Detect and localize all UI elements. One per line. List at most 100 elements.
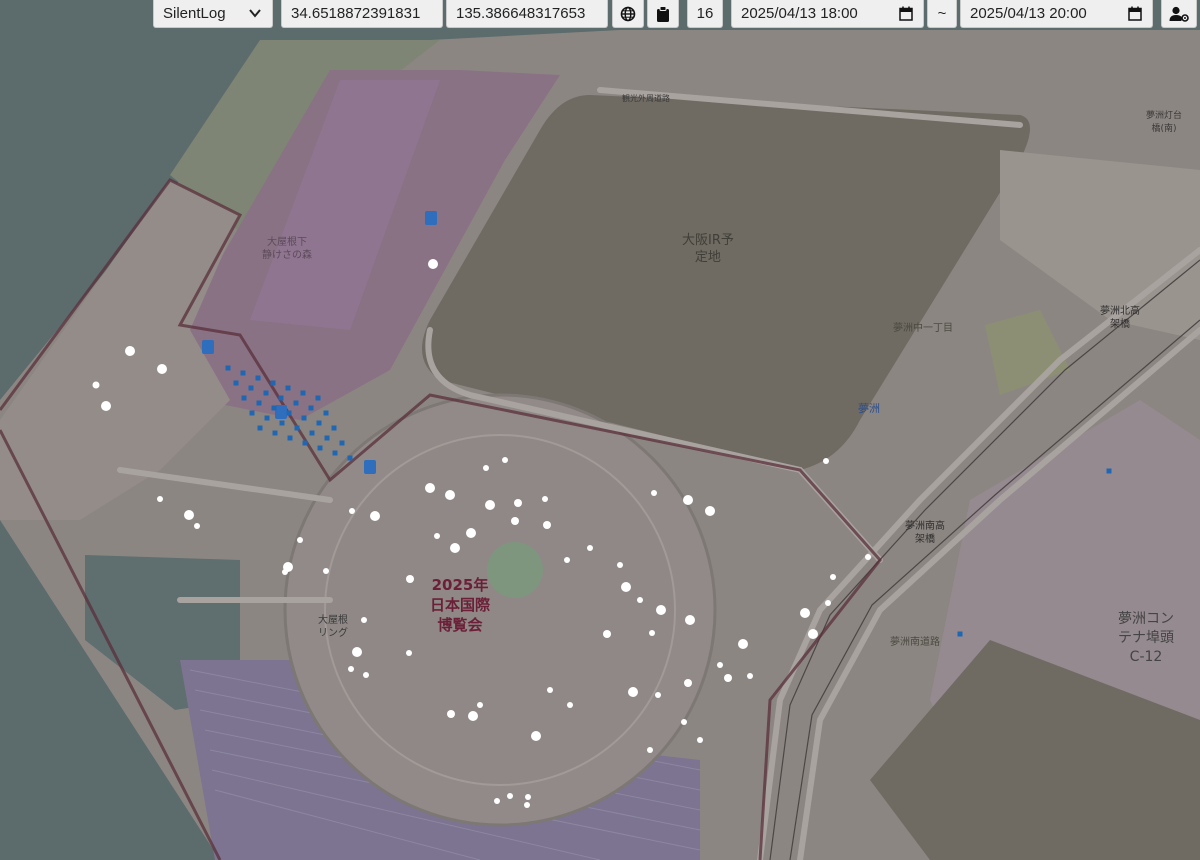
location-dot[interactable] xyxy=(587,545,593,551)
parking-marker[interactable] xyxy=(279,420,285,426)
end-datetime-input[interactable]: 2025/04/13 20:00 xyxy=(960,0,1153,28)
parking-marker[interactable] xyxy=(287,435,293,441)
globe-button[interactable] xyxy=(612,0,644,28)
parking-marker[interactable] xyxy=(300,390,306,396)
location-dot[interactable] xyxy=(800,608,810,618)
user-settings-button[interactable] xyxy=(1161,0,1197,28)
start-datetime-input[interactable]: 2025/04/13 18:00 xyxy=(731,0,924,28)
parking-marker[interactable] xyxy=(317,445,323,451)
clipboard-button[interactable] xyxy=(647,0,679,28)
parking-marker[interactable] xyxy=(301,415,307,421)
location-dot[interactable] xyxy=(507,793,513,799)
location-dot[interactable] xyxy=(361,617,367,623)
location-dot[interactable] xyxy=(477,702,483,708)
parking-marker[interactable] xyxy=(233,380,239,386)
calendar-icon[interactable] xyxy=(1128,6,1142,21)
location-dot[interactable] xyxy=(808,629,818,639)
parking-marker[interactable] xyxy=(332,450,338,456)
location-dot[interactable] xyxy=(494,798,500,804)
location-dot[interactable] xyxy=(685,615,695,625)
location-dot[interactable] xyxy=(717,662,723,668)
parking-marker[interactable] xyxy=(249,410,255,416)
location-dot[interactable] xyxy=(157,364,167,374)
location-dot[interactable] xyxy=(101,401,111,411)
parking-marker[interactable] xyxy=(957,631,963,637)
location-dot[interactable] xyxy=(514,499,522,507)
location-dot[interactable] xyxy=(425,483,435,493)
location-dot[interactable] xyxy=(547,687,553,693)
parking-marker[interactable] xyxy=(271,405,277,411)
parking-marker[interactable] xyxy=(256,400,262,406)
parking-marker[interactable] xyxy=(1106,468,1112,474)
parking-marker[interactable] xyxy=(308,405,314,411)
parking-marker[interactable] xyxy=(331,425,337,431)
parking-marker[interactable] xyxy=(323,410,329,416)
location-dot[interactable] xyxy=(705,506,715,516)
location-dot[interactable] xyxy=(681,719,687,725)
location-dot[interactable] xyxy=(428,259,438,269)
location-dot[interactable] xyxy=(348,666,354,672)
location-dot[interactable] xyxy=(823,458,829,464)
location-dot[interactable] xyxy=(603,630,611,638)
location-dot[interactable] xyxy=(406,650,412,656)
location-dot[interactable] xyxy=(531,731,541,741)
location-dot[interactable] xyxy=(524,802,530,808)
location-dot[interactable] xyxy=(543,521,551,529)
parking-marker[interactable] xyxy=(264,415,270,421)
location-dot[interactable] xyxy=(567,702,573,708)
parking-marker[interactable] xyxy=(309,430,315,436)
zoom-level-input[interactable]: 16 xyxy=(687,0,723,28)
location-dot[interactable] xyxy=(194,523,200,529)
location-dot[interactable] xyxy=(483,465,489,471)
location-dot[interactable] xyxy=(184,510,194,520)
location-dot[interactable] xyxy=(447,710,455,718)
parking-marker[interactable] xyxy=(278,395,284,401)
location-dot[interactable] xyxy=(830,574,836,580)
location-dot[interactable] xyxy=(92,381,100,389)
parking-marker[interactable] xyxy=(286,410,292,416)
parking-marker[interactable] xyxy=(293,400,299,406)
parking-marker[interactable] xyxy=(294,425,300,431)
parking-marker[interactable] xyxy=(270,380,276,386)
location-dot[interactable] xyxy=(323,568,329,574)
parking-marker[interactable] xyxy=(225,365,231,371)
location-dot[interactable] xyxy=(651,490,657,496)
location-dot[interactable] xyxy=(747,673,753,679)
location-dot[interactable] xyxy=(649,630,655,636)
latitude-input[interactable]: 34.6518872391831 xyxy=(281,0,443,28)
location-dot[interactable] xyxy=(525,794,531,800)
location-dot[interactable] xyxy=(349,508,355,514)
parking-marker[interactable] xyxy=(302,440,308,446)
parking-marker[interactable] xyxy=(324,435,330,441)
parking-marker[interactable] xyxy=(255,375,261,381)
parking-marker[interactable] xyxy=(272,430,278,436)
location-dot[interactable] xyxy=(647,747,653,753)
location-dot[interactable] xyxy=(352,647,362,657)
location-dot[interactable] xyxy=(502,457,508,463)
location-dot[interactable] xyxy=(738,639,748,649)
parking-marker[interactable] xyxy=(241,395,247,401)
location-dot[interactable] xyxy=(282,569,288,575)
parking-marker[interactable] xyxy=(315,395,321,401)
location-dot[interactable] xyxy=(684,679,692,687)
location-dot[interactable] xyxy=(697,737,703,743)
mode-select[interactable]: SilentLog xyxy=(153,0,273,28)
location-dot[interactable] xyxy=(370,511,380,521)
location-dot[interactable] xyxy=(865,554,871,560)
location-dot[interactable] xyxy=(724,674,732,682)
location-dot[interactable] xyxy=(125,346,135,356)
location-dot[interactable] xyxy=(825,600,831,606)
location-dot[interactable] xyxy=(363,672,369,678)
location-dot[interactable] xyxy=(511,517,519,525)
location-dot[interactable] xyxy=(157,496,163,502)
parking-marker[interactable] xyxy=(257,425,263,431)
location-dot[interactable] xyxy=(656,605,666,615)
location-dot[interactable] xyxy=(683,495,693,505)
location-dot[interactable] xyxy=(485,500,495,510)
location-dot[interactable] xyxy=(450,543,460,553)
parking-marker[interactable] xyxy=(347,455,353,461)
location-dot[interactable] xyxy=(406,575,414,583)
location-dot[interactable] xyxy=(468,711,478,721)
parking-marker[interactable] xyxy=(285,385,291,391)
parking-marker[interactable] xyxy=(240,370,246,376)
